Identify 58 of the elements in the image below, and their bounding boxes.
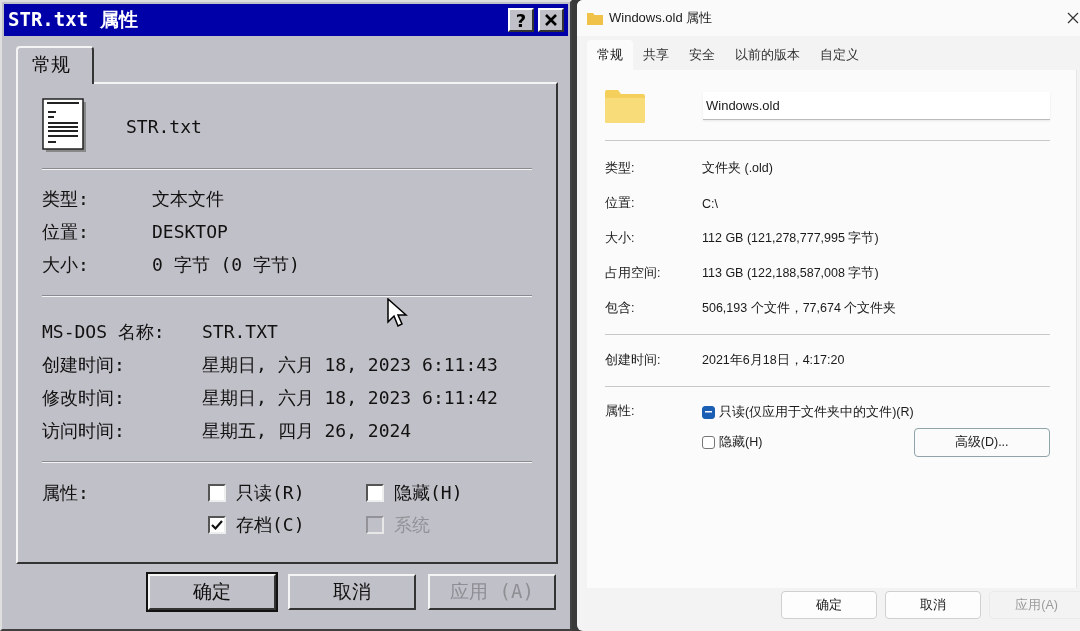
tab[interactable]: 以前的版本 xyxy=(725,40,810,70)
property-label: 类型: xyxy=(605,160,636,177)
attribute-checkbox[interactable]: 只读(R) xyxy=(208,481,366,505)
property-value: 113 GB (122,188,587,008 字节) xyxy=(702,265,880,282)
property-label: MS-DOS 名称: xyxy=(42,319,166,344)
window-title: Windows.old 属性 xyxy=(609,9,714,27)
property-value: 2021年6月18日，4:17:20 xyxy=(702,352,846,369)
property-label: 大小: xyxy=(42,252,90,277)
property-value: 星期日, 六月 18, 2023 6:11:42 xyxy=(202,385,499,410)
help-button[interactable]: ? xyxy=(508,8,534,32)
file-name-field[interactable]: STR.txt xyxy=(124,114,428,138)
property-value: 文本文件 xyxy=(152,186,225,211)
close-button[interactable] xyxy=(538,8,564,32)
attributes-label: 属性: xyxy=(605,403,636,420)
attribute-checkbox[interactable]: 只读(仅应用于文件夹中的文件)(R) xyxy=(702,403,914,421)
property-label: 位置: xyxy=(605,195,636,212)
property-label: 创建时间: xyxy=(605,352,662,369)
property-value: 星期日, 六月 18, 2023 6:11:43 xyxy=(202,352,499,377)
property-label: 类型: xyxy=(42,186,90,211)
property-value: DESKTOP xyxy=(152,221,229,242)
dialog-button[interactable]: 确定 xyxy=(148,574,276,610)
close-icon xyxy=(1066,12,1079,24)
property-label: 包含: xyxy=(605,300,636,317)
advanced-button[interactable]: 高级(D)... xyxy=(913,427,1050,457)
property-value: 文件夹 (.old) xyxy=(702,160,774,177)
check-icon xyxy=(211,519,223,531)
attributes-label: 属性: xyxy=(42,481,90,505)
attribute-checkbox[interactable]: 隐藏(H) xyxy=(702,433,914,451)
dialog-button[interactable]: 确定 xyxy=(780,591,877,619)
tab[interactable]: 常规 xyxy=(587,40,633,70)
property-label: 访问时间: xyxy=(42,418,126,443)
tab[interactable]: 常规 xyxy=(16,46,94,84)
property-label: 创建时间: xyxy=(42,352,126,377)
dialog-button[interactable]: 取消 xyxy=(884,591,981,619)
property-label: 修改时间: xyxy=(42,385,126,410)
property-value: 0 字节 (0 字节) xyxy=(152,252,301,277)
property-value: 星期五, 四月 26, 2024 xyxy=(202,418,413,443)
tab[interactable]: 共享 xyxy=(633,40,679,70)
property-value: C:\ xyxy=(702,196,719,211)
folder-icon xyxy=(587,11,603,25)
folder-name-field[interactable]: Windows.old xyxy=(703,92,1050,120)
property-value: 112 GB (121,278,777,995 字节) xyxy=(702,230,880,247)
window-title: STR.txt 属性 xyxy=(8,7,139,32)
tab[interactable]: 安全 xyxy=(679,40,725,70)
dash-icon xyxy=(705,411,712,413)
property-value: STR.TXT xyxy=(202,321,279,342)
attribute-checkbox[interactable]: 存档(C) xyxy=(208,513,366,537)
property-label: 位置: xyxy=(42,219,90,244)
mouse-pointer-icon xyxy=(387,298,409,330)
dialog-button[interactable]: 取消 xyxy=(288,574,416,610)
tab[interactable]: 自定义 xyxy=(810,40,869,70)
property-label: 大小: xyxy=(605,230,636,247)
folder-icon xyxy=(605,89,645,123)
close-icon xyxy=(544,13,558,27)
text-file-icon xyxy=(42,98,88,154)
property-label: 占用空间: xyxy=(605,265,662,282)
property-value: 506,193 个文件，77,674 个文件夹 xyxy=(702,300,898,317)
attribute-checkbox[interactable]: 隐藏(H) xyxy=(366,481,532,505)
